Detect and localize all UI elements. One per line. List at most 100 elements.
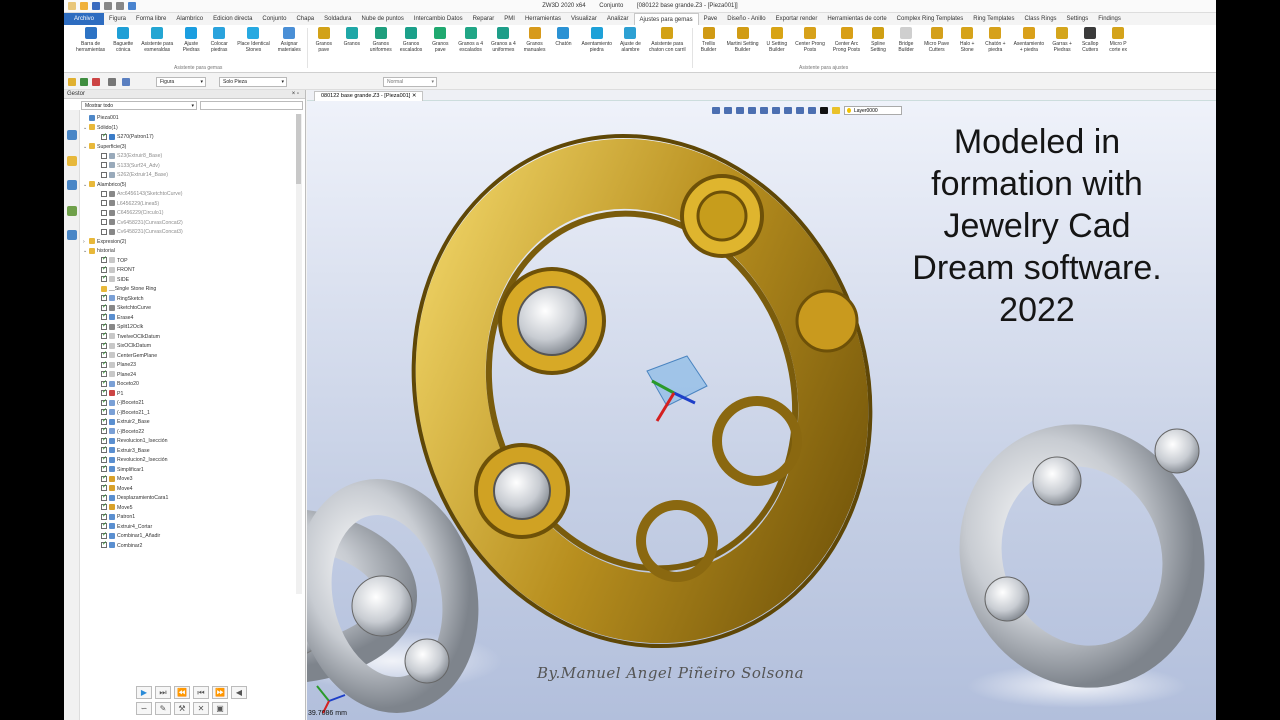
tab-analizar[interactable]: Analizar (602, 13, 634, 25)
scope-select[interactable]: Solo Pieza (219, 77, 287, 87)
tree-node[interactable]: Erase4 (81, 312, 295, 324)
tree-node[interactable]: C6456229(Circulo1) (81, 209, 295, 219)
properties-icon[interactable]: ▣ (212, 702, 228, 715)
ribbon-button-baguette[interactable]: Baguette cónica (109, 25, 137, 53)
tab-intercambio-datos[interactable]: Intercambio Datos (409, 13, 468, 25)
assembly-icon[interactable] (67, 230, 77, 240)
visibility-checkbox[interactable] (101, 531, 107, 540)
visibility-checkbox[interactable] (101, 512, 107, 521)
visibility-checkbox[interactable] (101, 331, 107, 341)
visibility-checkbox[interactable] (101, 171, 107, 178)
visibility-checkbox[interactable] (101, 312, 107, 322)
step-back-icon[interactable]: ⏮ (193, 686, 209, 699)
visibility-checkbox[interactable] (101, 265, 107, 274)
gold-ring-model[interactable] (348, 101, 935, 706)
3d-viewport[interactable]: Layer0000 Modeled in formation with Jewe… (307, 101, 1216, 720)
visibility-checkbox[interactable] (101, 426, 107, 436)
visibility-checkbox[interactable] (101, 132, 107, 141)
tab-findings[interactable]: Findings (1093, 13, 1126, 25)
visibility-checkbox[interactable] (101, 540, 107, 550)
visibility-checkbox[interactable] (101, 152, 107, 159)
ribbon-button-micro-cut[interactable]: Micro P corte ex (1104, 25, 1132, 53)
tree-node[interactable]: Pieza001 (81, 114, 295, 124)
visibility-checkbox[interactable] (101, 379, 107, 388)
visibility-checkbox[interactable] (101, 350, 107, 360)
ribbon-button-emerald[interactable]: Asistente para esmeraldas (137, 25, 177, 53)
visibility-checkbox[interactable] (101, 322, 107, 331)
visibility-checkbox[interactable] (101, 493, 107, 502)
tree-node[interactable]: Plane24 (81, 369, 295, 381)
materials-icon[interactable] (67, 206, 77, 216)
tab-document[interactable]: 080122 base grande.Z3 - [Pieza001] ✕ (314, 91, 424, 101)
tree-node[interactable]: (-)Boceto21_1 (81, 407, 295, 419)
tree-node[interactable]: Extruir3_Base (81, 445, 295, 457)
tree-node[interactable]: SixOClkDatum (81, 341, 295, 352)
edit-icon[interactable]: ✎ (155, 702, 171, 715)
ribbon-button-bridge[interactable]: Bridge Builder (892, 25, 920, 53)
ribbon-button-u-setting[interactable]: U Setting Builder (763, 25, 792, 53)
tab-exportar-render[interactable]: Exportar render (771, 13, 823, 25)
visibility-checkbox[interactable] (101, 474, 107, 483)
visibility-checkbox[interactable] (101, 369, 107, 379)
tree-scrollbar[interactable] (296, 114, 302, 594)
ribbon-button-arc-prong[interactable]: Center Arc Prong Posts (829, 25, 864, 53)
filter-icon[interactable] (108, 78, 116, 86)
ribbon-button-micro-pave[interactable]: Micro Pave Cutters (920, 25, 953, 53)
visibility-checkbox[interactable] (101, 209, 107, 216)
tree-node[interactable]: P1 (81, 388, 295, 400)
ribbon-button-granos[interactable]: Granos (338, 25, 366, 47)
tree-node[interactable]: Simplificar1 (81, 464, 295, 476)
rewind-icon[interactable]: ⏪ (174, 686, 190, 699)
visibility-checkbox[interactable] (101, 502, 107, 512)
tree-node[interactable]: Move4 (81, 483, 295, 495)
ribbon-button-halo[interactable]: Halo + Stone (953, 25, 981, 53)
ribbon-button-martini[interactable]: Martini Setting Builder (723, 25, 763, 53)
visibility-checkbox[interactable] (101, 162, 107, 169)
tree-node[interactable]: Patron1 (81, 512, 295, 523)
ribbon-button-stone[interactable]: Ajuste Piedras (177, 25, 205, 53)
tab-edicion-directa[interactable]: Edicion directa (208, 13, 257, 25)
tree-node[interactable]: (-)Boceto21 (81, 398, 295, 409)
tree-node[interactable]: Boceto20 (81, 379, 295, 390)
visibility-checkbox[interactable] (101, 398, 107, 407)
ribbon-button-granos4-uniform[interactable]: Granos a 4 uniformes (487, 25, 520, 53)
add-icon[interactable] (80, 78, 88, 86)
tree-node[interactable]: › Expresion(2) (81, 238, 295, 248)
ribbon-button-granos-pave[interactable]: Granos pave (426, 25, 454, 53)
ribbon-button-seat-stone[interactable]: Asentamiento piedra (577, 25, 616, 53)
tab-alambrico[interactable]: Alambrico (171, 13, 208, 25)
entity-filter-select[interactable]: Figura (156, 77, 206, 87)
ribbon-button-granos4-scaled[interactable]: Granos a 4 escalados (454, 25, 487, 53)
show-filter-select[interactable]: Mostrar todo (81, 101, 197, 110)
pick-icon[interactable] (122, 78, 130, 86)
ribbon-button-chaton[interactable]: Chatón (549, 25, 577, 47)
tree-node[interactable]: Revolucion1_Isección (81, 436, 295, 447)
ribbon-button-trellis[interactable]: Trellis Builder (695, 25, 723, 53)
history-icon[interactable] (67, 130, 77, 140)
tab-settings[interactable]: Settings (1062, 13, 1094, 25)
visibility-checkbox[interactable] (101, 521, 107, 531)
visibility-checkbox[interactable] (101, 417, 107, 426)
visibility-checkbox[interactable] (101, 228, 107, 235)
visibility-checkbox[interactable] (101, 255, 107, 265)
tree-node[interactable]: Cv6458231(CurvasConcat2) (81, 219, 295, 229)
tree-node[interactable]: S23(Extruir8_Base) (81, 152, 295, 162)
tree-node[interactable]: Extruir4_Cortar (81, 521, 295, 533)
ribbon-button-scallop[interactable]: Scallop Cutters (1076, 25, 1104, 53)
ribbon-button-granos-scaled[interactable]: Granos escalados (396, 25, 427, 53)
visibility-checkbox[interactable] (101, 274, 107, 284)
visibility-checkbox[interactable] (101, 436, 107, 445)
ribbon-button-granos-uniform[interactable]: Granos uniformes (366, 25, 396, 53)
tab-class-rings[interactable]: Class Rings (1020, 13, 1062, 25)
visibility-checkbox[interactable] (101, 464, 107, 474)
tab-soldadura[interactable]: Soldadura (319, 13, 356, 25)
visibility-checkbox[interactable] (101, 455, 107, 464)
close-tab-icon[interactable]: ✕ (412, 93, 417, 99)
tree-node[interactable]: __Single Stone Ring (81, 285, 295, 295)
tab-visualizar[interactable]: Visualizar (566, 13, 602, 25)
remove-icon[interactable] (92, 78, 100, 86)
ribbon-button-chaton-rail[interactable]: Asistente para chaton con carril (645, 25, 690, 53)
ribbon-button-wire[interactable]: Ajuste de alambre (616, 25, 645, 53)
select-icon[interactable] (68, 78, 76, 86)
close-icon[interactable]: × ▫ (292, 90, 299, 99)
